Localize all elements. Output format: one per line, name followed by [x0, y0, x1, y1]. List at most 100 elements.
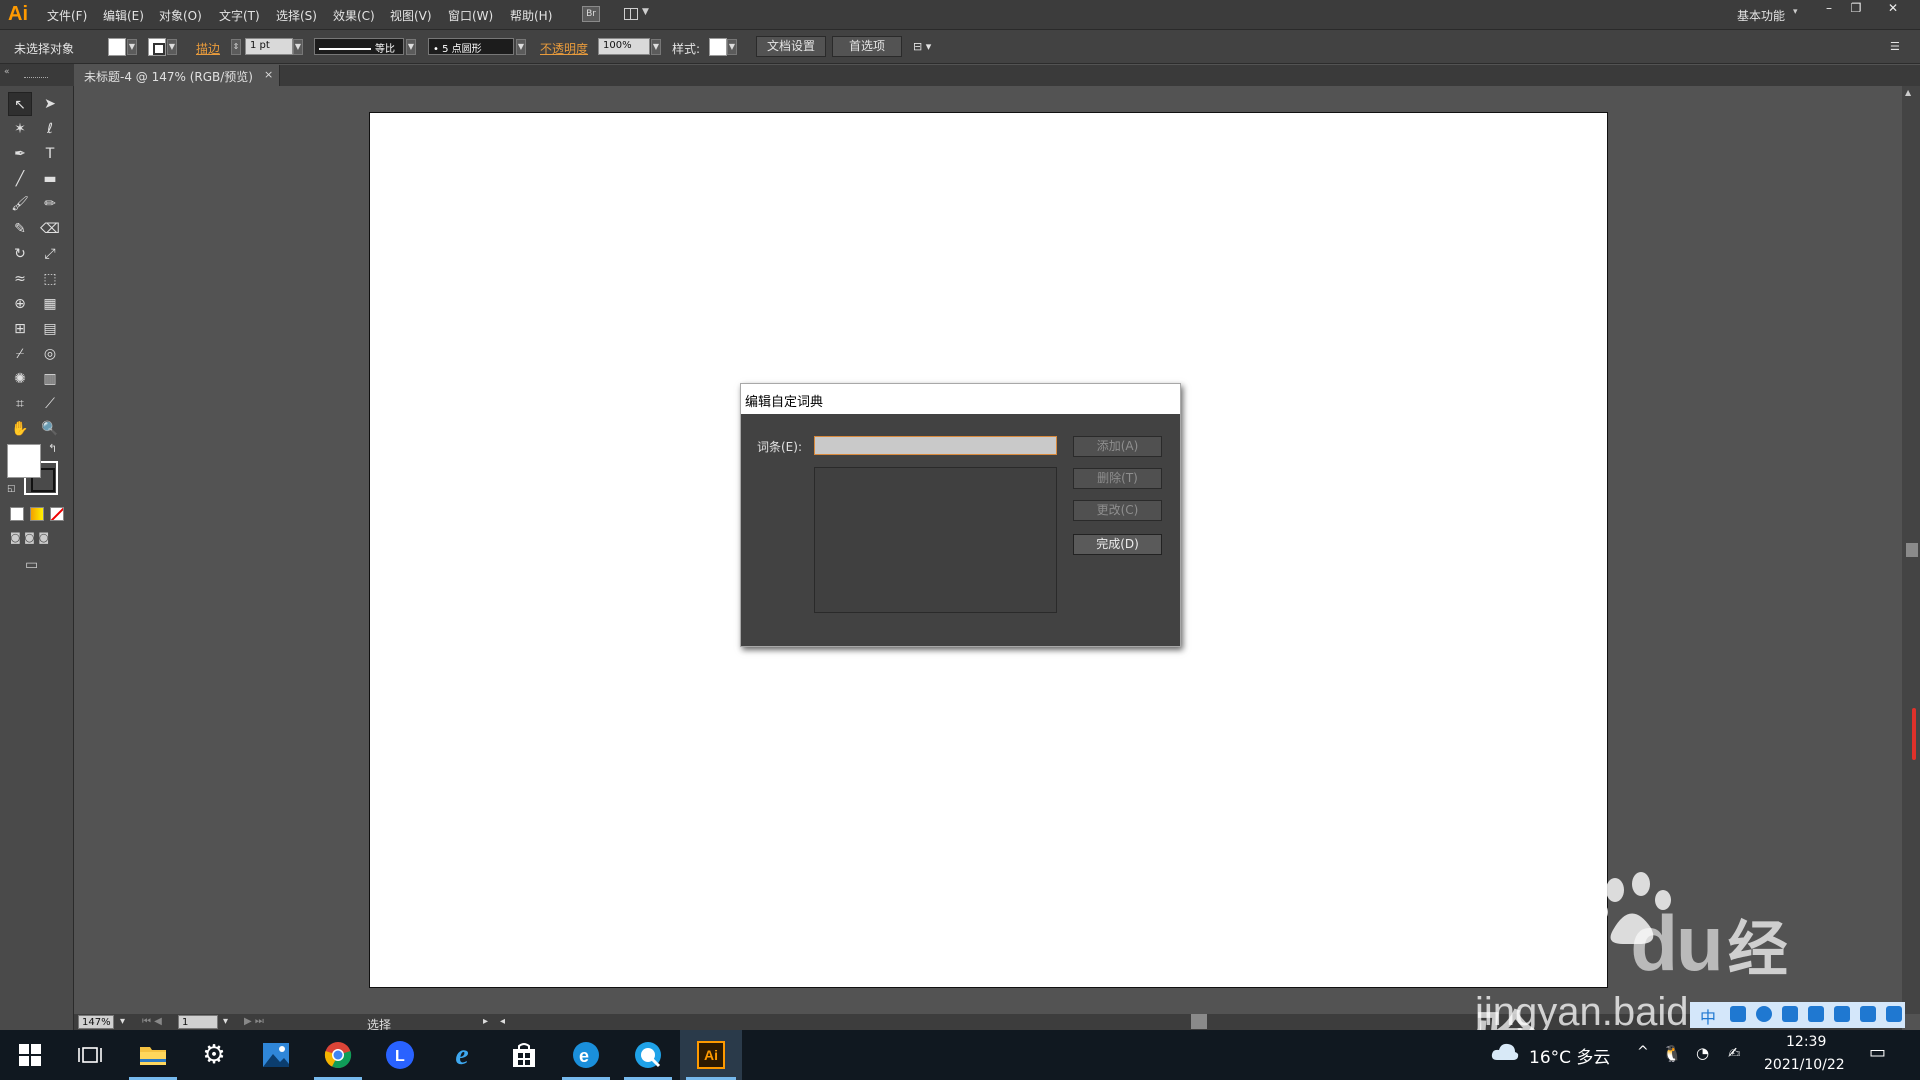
cloud-icon[interactable]: [1490, 1040, 1520, 1062]
status-menu-icon[interactable]: ▸: [483, 1016, 488, 1027]
menu-view[interactable]: 视图(V): [390, 7, 432, 24]
workspace-switcher[interactable]: 基本功能: [1737, 7, 1785, 24]
vertical-scroll-thumb[interactable]: [1906, 543, 1918, 557]
swap-colors-icon[interactable]: ↰: [48, 442, 57, 455]
fill-swatch[interactable]: [108, 38, 126, 56]
graphic-style-swatch[interactable]: [709, 38, 727, 56]
free-transform-tool-icon[interactable]: ⬚: [38, 267, 62, 291]
close-button[interactable]: ✕: [1880, 1, 1906, 17]
restore-button[interactable]: ❐: [1843, 1, 1869, 17]
shape-builder-tool-icon[interactable]: ⊕: [8, 292, 32, 316]
minimize-button[interactable]: –: [1816, 1, 1842, 17]
line-tool-icon[interactable]: ╱: [8, 167, 32, 191]
stroke-weight-field[interactable]: 1 pt: [245, 38, 293, 55]
taskbar-photos[interactable]: [246, 1030, 306, 1080]
taskbar-edge[interactable]: e: [556, 1030, 616, 1080]
arrange-icon[interactable]: ⊟ ▾: [913, 40, 931, 53]
taskbar-file-explorer[interactable]: [123, 1030, 183, 1080]
menu-effect[interactable]: 效果(C): [333, 7, 375, 24]
fill-color-box[interactable]: [7, 444, 41, 478]
document-setup-button[interactable]: 文档设置: [756, 36, 826, 57]
menu-type[interactable]: 文字(T): [219, 7, 260, 24]
opacity-dropdown[interactable]: ▼: [651, 39, 661, 55]
taskbar-chrome[interactable]: [308, 1030, 368, 1080]
zoom-field[interactable]: 147%: [78, 1015, 114, 1029]
weather-widget[interactable]: 16°C 多云: [1529, 1043, 1610, 1068]
mesh-tool-icon[interactable]: ⊞: [8, 317, 32, 341]
close-tab-icon[interactable]: ×: [264, 68, 273, 81]
perspective-grid-tool-icon[interactable]: ▦: [38, 292, 62, 316]
lasso-tool-icon[interactable]: ℓ: [38, 117, 62, 141]
brush-dropdown[interactable]: ▼: [516, 39, 526, 55]
ime-keyboard-icon[interactable]: [1808, 1006, 1824, 1022]
menu-edit[interactable]: 编辑(E): [103, 7, 144, 24]
blob-brush-tool-icon[interactable]: ✎: [8, 217, 32, 241]
tools-panel-header[interactable]: «: [0, 64, 74, 86]
screen-mode-icon[interactable]: ▭: [25, 557, 38, 573]
width-tool-icon[interactable]: ≈: [8, 267, 32, 291]
taskbar-store[interactable]: [494, 1030, 554, 1080]
taskbar-internet-explorer[interactable]: e: [432, 1030, 492, 1080]
ime-grid-icon[interactable]: [1886, 1006, 1902, 1022]
taskbar-settings[interactable]: ⚙: [184, 1030, 244, 1080]
gradient-tool-icon[interactable]: ▤: [38, 317, 62, 341]
scroll-up-icon[interactable]: ▲: [1905, 88, 1911, 97]
ime-mic-icon[interactable]: [1782, 1006, 1798, 1022]
color-mode-icon[interactable]: [10, 507, 24, 521]
scale-tool-icon[interactable]: ⤢: [38, 242, 62, 266]
first-artboard-icon[interactable]: ⏮ ◀: [142, 1016, 162, 1027]
entry-input[interactable]: [814, 436, 1057, 455]
rotate-tool-icon[interactable]: ↻: [8, 242, 32, 266]
ime-clock-icon[interactable]: [1756, 1006, 1772, 1022]
collapse-icon[interactable]: «: [4, 67, 10, 77]
slice-tool-icon[interactable]: ⟋: [38, 392, 62, 416]
eyedropper-tool-icon[interactable]: ⌿: [8, 342, 32, 366]
change-button[interactable]: 更改(C): [1073, 500, 1162, 521]
column-graph-tool-icon[interactable]: ▥: [38, 367, 62, 391]
stroke-dropdown[interactable]: ▼: [167, 39, 177, 55]
arrange-documents-button[interactable]: ▼: [622, 6, 652, 22]
wifi-icon[interactable]: ◔: [1696, 1044, 1709, 1062]
horizontal-scroll-thumb[interactable]: [1191, 1014, 1207, 1029]
chevron-up-icon[interactable]: ^: [1637, 1044, 1649, 1060]
variable-width-profile[interactable]: 等比: [314, 38, 404, 55]
menu-select[interactable]: 选择(S): [276, 7, 317, 24]
selection-tool-icon[interactable]: ↖: [8, 92, 32, 116]
pen-icon[interactable]: ✍: [1728, 1044, 1741, 1062]
ime-mode-indicator[interactable]: 中: [1700, 1004, 1716, 1028]
symbol-sprayer-tool-icon[interactable]: ✺: [8, 367, 32, 391]
ime-user-icon[interactable]: [1834, 1006, 1850, 1022]
blend-tool-icon[interactable]: ◎: [38, 342, 62, 366]
rectangle-tool-icon[interactable]: ▬: [38, 167, 62, 191]
stroke-swatch[interactable]: [148, 38, 166, 56]
none-mode-icon[interactable]: [50, 507, 64, 521]
panel-menu-icon[interactable]: ☰: [1890, 40, 1900, 53]
taskbar-illustrator[interactable]: Ai: [680, 1030, 742, 1080]
start-button[interactable]: [0, 1030, 60, 1080]
task-view-button[interactable]: [60, 1030, 120, 1080]
eraser-tool-icon[interactable]: ⌫: [38, 217, 62, 241]
draw-mode-icons[interactable]: ◙ ◙ ◙: [10, 531, 49, 544]
ime-skin-icon[interactable]: [1860, 1006, 1876, 1022]
preferences-button[interactable]: 首选项: [832, 36, 902, 57]
delete-button[interactable]: 删除(T): [1073, 468, 1162, 489]
last-artboard-icon[interactable]: ▶ ⏭: [244, 1016, 264, 1027]
taskbar-chat-app[interactable]: [618, 1030, 678, 1080]
menu-object[interactable]: 对象(O): [159, 7, 202, 24]
stroke-panel-link[interactable]: 描边: [196, 40, 220, 57]
brush-definition[interactable]: • 5 点圆形: [428, 38, 514, 55]
menu-window[interactable]: 窗口(W): [448, 7, 493, 24]
artboard-dropdown[interactable]: ▾: [223, 1016, 228, 1027]
bridge-button[interactable]: Br: [582, 6, 600, 22]
stroke-weight-stepper[interactable]: ⇕: [231, 39, 241, 55]
clock-time[interactable]: 12:39: [1786, 1034, 1826, 1050]
done-button[interactable]: 完成(D): [1073, 534, 1162, 555]
default-colors-icon[interactable]: ◱: [7, 484, 16, 494]
magic-wand-tool-icon[interactable]: ✶: [8, 117, 32, 141]
add-button[interactable]: 添加(A): [1073, 436, 1162, 457]
direct-selection-tool-icon[interactable]: ➤: [38, 92, 62, 116]
hand-tool-icon[interactable]: ✋: [8, 417, 32, 441]
paintbrush-tool-icon[interactable]: 🖌: [8, 192, 32, 216]
pen-tool-icon[interactable]: ✒: [8, 142, 32, 166]
opacity-field[interactable]: 100%: [598, 38, 650, 55]
